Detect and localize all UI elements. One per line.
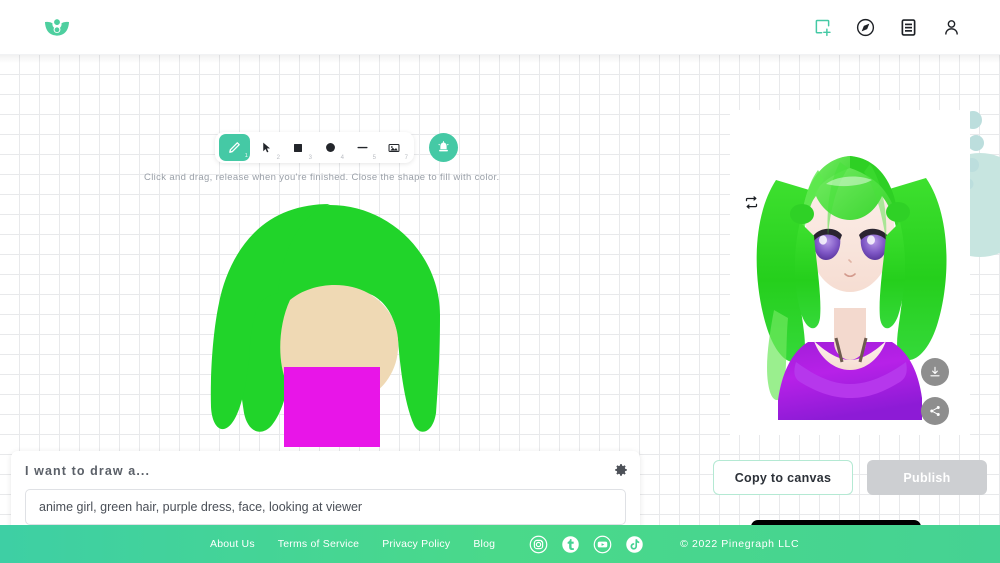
youtube-icon[interactable] [593, 535, 612, 554]
result-actions: Copy to canvas Publish [702, 460, 998, 495]
top-header [0, 0, 1000, 55]
circle-tool-shortcut: 4 [341, 155, 344, 161]
footer-social [529, 535, 644, 554]
pencil-tool[interactable]: 1 [219, 134, 250, 161]
select-tool-shortcut: 2 [277, 155, 280, 161]
prompt-panel: I want to draw a... Amplify [11, 451, 640, 525]
footer-copyright: © 2022 Pinegraph LLC [680, 538, 799, 550]
footer-links: About Us Terms of Service Privacy Policy… [210, 538, 495, 550]
image-tool[interactable]: 7 [378, 132, 410, 163]
drawing-canvas[interactable]: 1 2 3 4 5 [0, 55, 1000, 525]
pencil-tool-shortcut: 1 [245, 153, 248, 159]
line-tool-shortcut: 5 [373, 155, 376, 161]
explore-compass-icon[interactable] [854, 16, 876, 38]
line-tool[interactable]: 5 [346, 132, 378, 163]
swap-image-icon[interactable] [741, 192, 761, 212]
header-actions [811, 16, 962, 38]
tiktok-icon[interactable] [625, 535, 644, 554]
copy-to-canvas-button[interactable]: Copy to canvas [713, 460, 853, 495]
settings-gear-icon[interactable] [614, 463, 628, 477]
footer-link-blog[interactable]: Blog [473, 538, 495, 550]
circle-tool[interactable]: 4 [314, 132, 346, 163]
new-canvas-icon[interactable] [811, 16, 833, 38]
download-button[interactable] [921, 358, 949, 386]
publish-button[interactable]: Publish [867, 460, 987, 495]
feed-list-icon[interactable] [897, 16, 919, 38]
tumblr-icon[interactable] [561, 535, 580, 554]
square-tool[interactable]: 3 [282, 132, 314, 163]
prompt-input[interactable] [25, 489, 626, 525]
generated-image[interactable] [730, 110, 970, 435]
image-tool-shortcut: 7 [405, 155, 408, 161]
lamp-tool-button[interactable] [429, 133, 458, 162]
select-tool[interactable]: 2 [250, 132, 282, 163]
account-user-icon[interactable] [940, 16, 962, 38]
share-button[interactable] [921, 397, 949, 425]
footer-link-about[interactable]: About Us [210, 538, 255, 550]
pinegraph-logo[interactable] [40, 10, 74, 44]
footer-link-terms[interactable]: Terms of Service [278, 538, 359, 550]
instagram-icon[interactable] [529, 535, 548, 554]
prompt-title: I want to draw a... [25, 464, 626, 478]
result-panel: Copy to canvas Publish GET IT ON Google … [700, 110, 1000, 525]
drawing-toolbar: 1 2 3 4 5 [215, 132, 414, 163]
site-footer: About Us Terms of Service Privacy Policy… [0, 525, 1000, 563]
app-root: 1 2 3 4 5 [0, 0, 1000, 563]
toolbar-hint: Click and drag, release when you're fini… [144, 172, 499, 183]
footer-link-privacy[interactable]: Privacy Policy [382, 538, 450, 550]
square-tool-shortcut: 3 [309, 155, 312, 161]
